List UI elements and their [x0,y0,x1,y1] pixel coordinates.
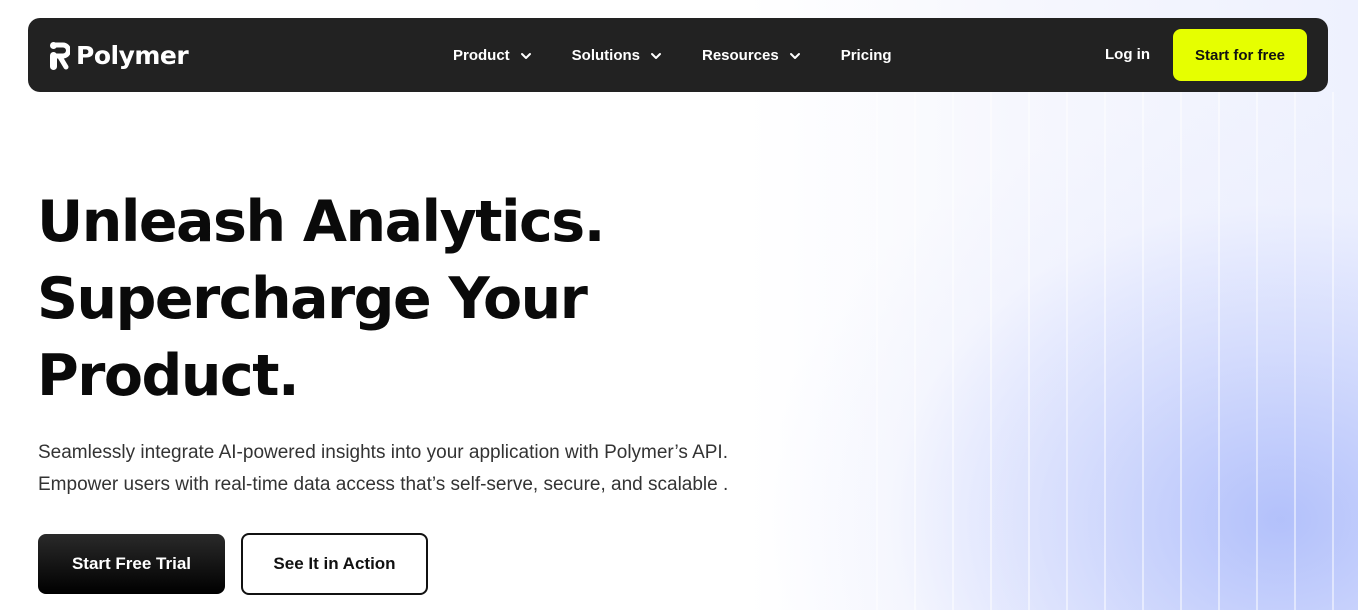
nav-item-pricing[interactable]: Pricing [841,47,892,64]
nav-item-product[interactable]: Product [453,47,532,64]
nav-item-label: Resources [702,46,779,64]
brand-name: Polymer [76,41,189,70]
hero-decorative-stripes [840,92,1358,610]
nav-item-solutions[interactable]: Solutions [572,47,662,64]
hero-subtext-line: Seamlessly integrate AI-powered insights… [38,442,728,463]
nav-item-label: Product [453,46,510,64]
nav-item-label: Solutions [571,46,640,64]
chevron-down-icon [520,49,532,61]
see-it-in-action-button[interactable]: See It in Action [241,533,428,595]
hero-subtext: Seamlessly integrate AI-powered insights… [38,437,728,501]
brand-logo[interactable]: Polymer [48,40,189,72]
nav-item-label: Pricing [840,46,892,64]
chevron-down-icon [650,49,662,61]
nav-item-resources[interactable]: Resources [702,47,801,64]
hero-headline: Unleash Analytics. Supercharge Your Prod… [37,184,605,415]
start-for-free-button[interactable]: Start for free [1173,29,1307,81]
hero-subtext-line: Empower users with real-time data access… [38,474,729,495]
hero-headline-line: Product. [37,343,300,409]
polymer-logo-icon [48,40,70,72]
start-free-trial-button[interactable]: Start Free Trial [38,534,225,594]
chevron-down-icon [789,49,801,61]
main-nav: Product Solutions Resources Pricing [453,18,892,92]
top-navbar: Polymer Product Solutions Resources Pric… [28,18,1328,92]
hero-headline-line: Supercharge Your [37,266,588,332]
hero-headline-line: Unleash Analytics. [37,189,605,255]
login-link[interactable]: Log in [1105,18,1150,92]
